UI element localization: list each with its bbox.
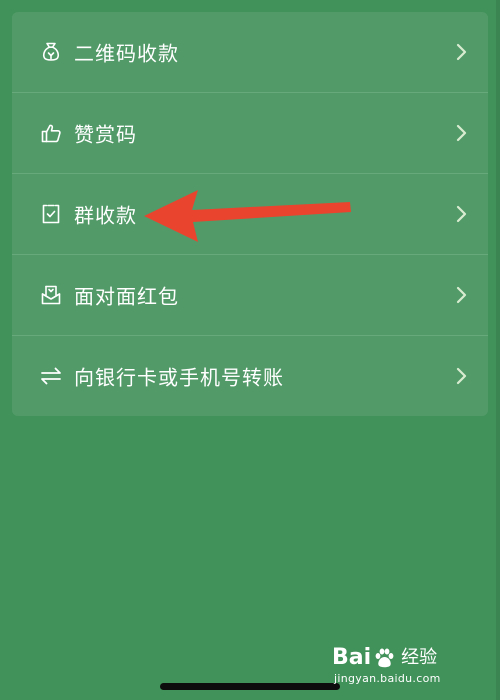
menu-item-transfer-to-bank-or-phone[interactable]: 向银行卡或手机号转账 [12, 336, 488, 416]
menu-item-label: 群收款 [74, 203, 137, 228]
menu-item-label: 向银行卡或手机号转账 [74, 365, 284, 390]
group-receipt-icon [38, 201, 64, 227]
money-bag-icon [38, 39, 64, 65]
transfer-arrows-icon [38, 363, 64, 389]
menu-item-label: 面对面红包 [74, 284, 179, 309]
watermark-logo-text: Bai [332, 645, 372, 670]
annotation-arrow [144, 190, 351, 242]
chevron-right-icon [454, 205, 468, 223]
watermark-jingyan-text: 经验 [401, 647, 438, 668]
paw-icon [375, 648, 394, 668]
chevron-right-icon [454, 286, 468, 304]
thumbs-up-icon [38, 120, 64, 146]
watermark-logo: Bai 经验 [332, 646, 437, 670]
menu-item-face-to-face-red-packet[interactable]: 面对面红包 [12, 255, 488, 336]
menu-item-qr-receive[interactable]: 二维码收款 [12, 12, 488, 93]
menu-item-label: 二维码收款 [74, 41, 179, 66]
menu-item-appreciation-code[interactable]: 赞赏码 [12, 93, 488, 174]
red-packet-icon [38, 282, 64, 308]
watermark-url: jingyan.baidu.com [334, 672, 441, 685]
chevron-right-icon [454, 43, 468, 61]
baidu-jingyan-watermark: Bai 经验 jingyan.baidu.com [332, 646, 482, 686]
menu-item-label: 赞赏码 [74, 122, 137, 147]
screen-edge [496, 0, 500, 700]
chevron-right-icon [454, 367, 468, 385]
home-indicator [160, 683, 340, 690]
chevron-right-icon [454, 124, 468, 142]
